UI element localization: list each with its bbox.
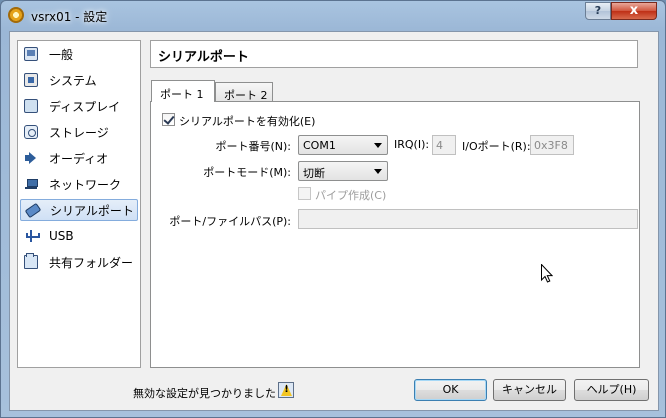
sidebar-item-network[interactable]: ネットワーク [20,173,138,195]
sidebar-item-label: 一般 [49,47,74,62]
mouse-pointer-icon [541,264,553,283]
cancel-label: キャンセル [502,383,557,396]
page-title: シリアルポート [158,50,249,65]
port-number-select[interactable]: COM1 [298,135,388,155]
create-pipe-label: パイプ作成(C) [315,189,387,202]
sidebar-item-label: シリアルポート [50,203,134,218]
io-port-value: 0x3F8 [534,139,568,152]
sidebar-item-label: USB [49,229,74,243]
sidebar-item-serial-port[interactable]: シリアルポート [20,199,138,221]
port-number-label: ポート番号(N): [215,140,291,153]
virtualbox-icon [8,7,24,23]
display-icon [24,99,38,113]
port-mode-select[interactable]: 切断 [298,161,388,181]
port-settings-panel: シリアルポートを有効化(E) ポート番号(N): COM1 IRQ(I): 4 … [150,101,640,368]
chevron-down-icon [374,169,382,174]
storage-icon [24,125,38,139]
close-icon: x [629,3,639,18]
sidebar-item-label: ディスプレイ [49,99,121,114]
audio-icon [24,151,38,165]
ok-label: OK [442,383,459,396]
shared-folder-icon [24,253,38,269]
serial-port-icon [25,203,39,217]
sidebar-item-label: オーディオ [49,151,109,166]
sidebar-item-general[interactable]: 一般 [20,43,138,65]
io-port-input[interactable]: 0x3F8 [530,135,574,155]
sidebar-item-shared-folders[interactable]: 共有フォルダー [20,251,138,273]
page-header: シリアルポート [150,40,638,68]
window-title: vsrx01 - 設定 [31,10,108,24]
chevron-down-icon [374,143,382,148]
title-bar[interactable]: vsrx01 - 設定 ? x [1,1,665,29]
system-icon [24,73,38,87]
sidebar-item-display[interactable]: ディスプレイ [20,95,138,117]
tab-port-2[interactable]: ポート 2 [215,82,273,102]
enable-serial-port-label[interactable]: シリアルポートを有効化(E) [179,113,315,129]
ok-button[interactable]: OK [414,379,487,401]
sidebar-item-usb[interactable]: USB [20,225,138,247]
tab-label: ポート 1 [160,88,204,101]
help-title-button[interactable]: ? [585,2,611,20]
settings-window: vsrx01 - 設定 ? x 一般 システム ディスプレイ ストレージ オーデ… [0,0,666,418]
sidebar-item-label: 共有フォルダー [49,255,134,270]
help-icon: ? [594,4,602,17]
port-number-value: COM1 [303,139,336,152]
io-port-label: I/Oポート(R): [462,140,531,153]
port-mode-value: 切断 [303,167,325,180]
usb-icon [24,229,40,243]
warning-icon[interactable] [278,382,294,398]
sidebar-item-label: ストレージ [49,125,109,140]
tab-port-1[interactable]: ポート 1 [151,80,215,102]
irq-value: 4 [436,139,443,152]
validation-status: 無効な設定が見つかりました [133,387,276,400]
sidebar-item-label: ネットワーク [49,177,122,192]
help-label: ヘルプ(H) [586,383,637,396]
close-button[interactable]: x [611,2,657,20]
sidebar-item-system[interactable]: システム [20,69,138,91]
irq-label: IRQ(I): [394,138,430,151]
enable-serial-port-checkbox[interactable] [162,113,175,126]
sidebar-item-label: システム [49,73,97,88]
sidebar-item-storage[interactable]: ストレージ [20,121,138,143]
help-button[interactable]: ヘルプ(H) [574,379,649,401]
dialog-body: 一般 システム ディスプレイ ストレージ オーディオ ネットワーク シリアルポー… [9,31,659,411]
cancel-button[interactable]: キャンセル [493,379,566,401]
create-pipe-checkbox[interactable] [298,187,311,200]
network-icon [24,177,38,191]
port-mode-label: ポートモード(M): [203,166,291,179]
port-path-label: ポート/ファイルパス(P): [169,215,291,228]
general-icon [24,47,38,61]
port-path-input[interactable] [298,209,638,229]
settings-category-list: 一般 システム ディスプレイ ストレージ オーディオ ネットワーク シリアルポー… [17,40,141,368]
irq-input[interactable]: 4 [432,135,456,155]
sidebar-item-audio[interactable]: オーディオ [20,147,138,169]
